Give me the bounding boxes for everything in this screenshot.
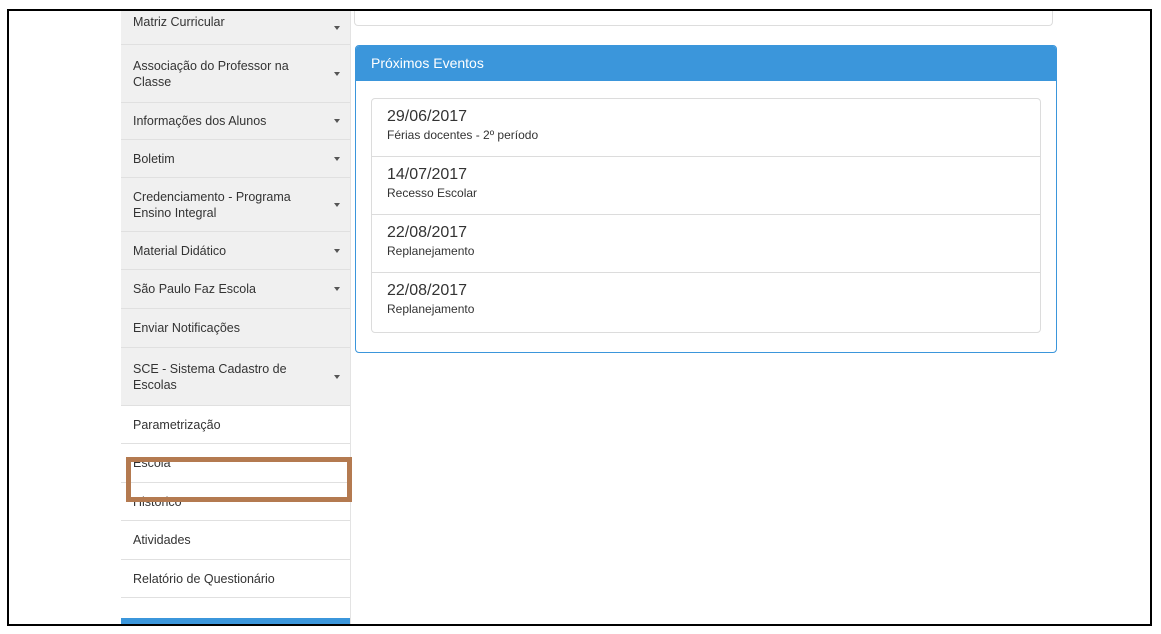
caret-down-icon (334, 71, 340, 76)
sidebar-subitem-atividades[interactable]: Atividades (121, 521, 350, 560)
event-date: 22/08/2017 (387, 282, 468, 299)
event-date: 29/06/2017 (387, 108, 468, 125)
sidebar-item-credenciamento[interactable]: Credenciamento - Programa Ensino Integra… (121, 178, 350, 232)
sidebar-item-enviar-notificacoes[interactable]: Enviar Notificações (121, 309, 350, 348)
caret-down-icon (334, 248, 340, 253)
sidebar-item-label: Credenciamento - Programa Ensino Integra… (133, 189, 291, 220)
sidebar-active-item-edge[interactable] (121, 618, 350, 624)
sidebar-item-label: Informações dos Alunos (133, 114, 267, 128)
sidebar-item-label: Material Didático (133, 243, 227, 258)
sidebar-subitem-escola[interactable]: Escola (121, 444, 350, 483)
event-list: 29/06/2017 Férias docentes - 2º período … (371, 98, 1041, 333)
sidebar-item-informacoes-alunos[interactable]: Informações dos Alunos (121, 103, 350, 140)
event-description: Recesso Escolar (387, 186, 478, 200)
sidebar-item-label: Associação do Professor na Classe (133, 58, 289, 89)
sidebar-subitem-relatorio-questionario[interactable]: Relatório de Questionário (121, 560, 350, 598)
sidebar-item-label: Matriz Curricular (133, 14, 225, 29)
event-item: 14/07/2017 Recesso Escolar (372, 157, 1040, 215)
event-item: 22/08/2017 Replanejamento (372, 273, 1040, 332)
sidebar-subitem-parametrizacao[interactable]: Parametrização (121, 406, 350, 444)
sidebar-item-label: Atividades (133, 533, 191, 547)
sidebar-item-label: Escola (133, 456, 171, 470)
sidebar-item-material-didatico[interactable]: Material Didático (121, 232, 350, 270)
sidebar-subitem-historico[interactable]: Historico (121, 483, 350, 521)
sidebar-item-sce[interactable]: SCE - Sistema Cadastro de Escolas (121, 348, 350, 406)
caret-down-icon (334, 25, 340, 30)
sidebar-item-label: Relatório de Questionário (133, 571, 275, 586)
event-description: Replanejamento (387, 302, 475, 316)
top-panel (354, 11, 1053, 26)
sidebar-item-sao-paulo-faz-escola[interactable]: São Paulo Faz Escola (121, 270, 350, 309)
sidebar-item-label: Historico (133, 494, 182, 509)
sidebar-item-label: São Paulo Faz Escola (133, 282, 256, 296)
sidebar-menu: Matriz Curricular Associação do Professo… (121, 11, 351, 624)
sidebar-item-label: Enviar Notificações (133, 321, 240, 335)
caret-down-icon (334, 156, 340, 161)
sidebar-item-label: Boletim (133, 151, 175, 166)
caret-down-icon (334, 202, 340, 207)
sidebar-item-label: SCE - Sistema Cadastro de Escolas (133, 361, 287, 392)
panel-title: Próximos Eventos (356, 46, 1056, 81)
event-description: Férias docentes - 2º período (387, 128, 539, 142)
sidebar-item-associacao-professor[interactable]: Associação do Professor na Classe (121, 45, 350, 103)
screenshot-frame: Matriz Curricular Associação do Professo… (7, 9, 1152, 626)
proximos-eventos-panel: Próximos Eventos 29/06/2017 Férias docen… (355, 45, 1057, 353)
event-item: 22/08/2017 Replanejamento (372, 215, 1040, 273)
caret-down-icon (334, 374, 340, 379)
caret-down-icon (334, 287, 340, 291)
event-item: 29/06/2017 Férias docentes - 2º período (372, 99, 1040, 157)
event-date: 22/08/2017 (387, 224, 468, 241)
sidebar-item-boletim[interactable]: Boletim (121, 140, 350, 178)
sidebar-item-matriz-curricular[interactable]: Matriz Curricular (121, 11, 350, 45)
event-description: Replanejamento (387, 244, 475, 258)
sidebar-item-label: Parametrização (133, 417, 221, 432)
event-date: 14/07/2017 (387, 166, 468, 183)
caret-down-icon (334, 119, 340, 123)
